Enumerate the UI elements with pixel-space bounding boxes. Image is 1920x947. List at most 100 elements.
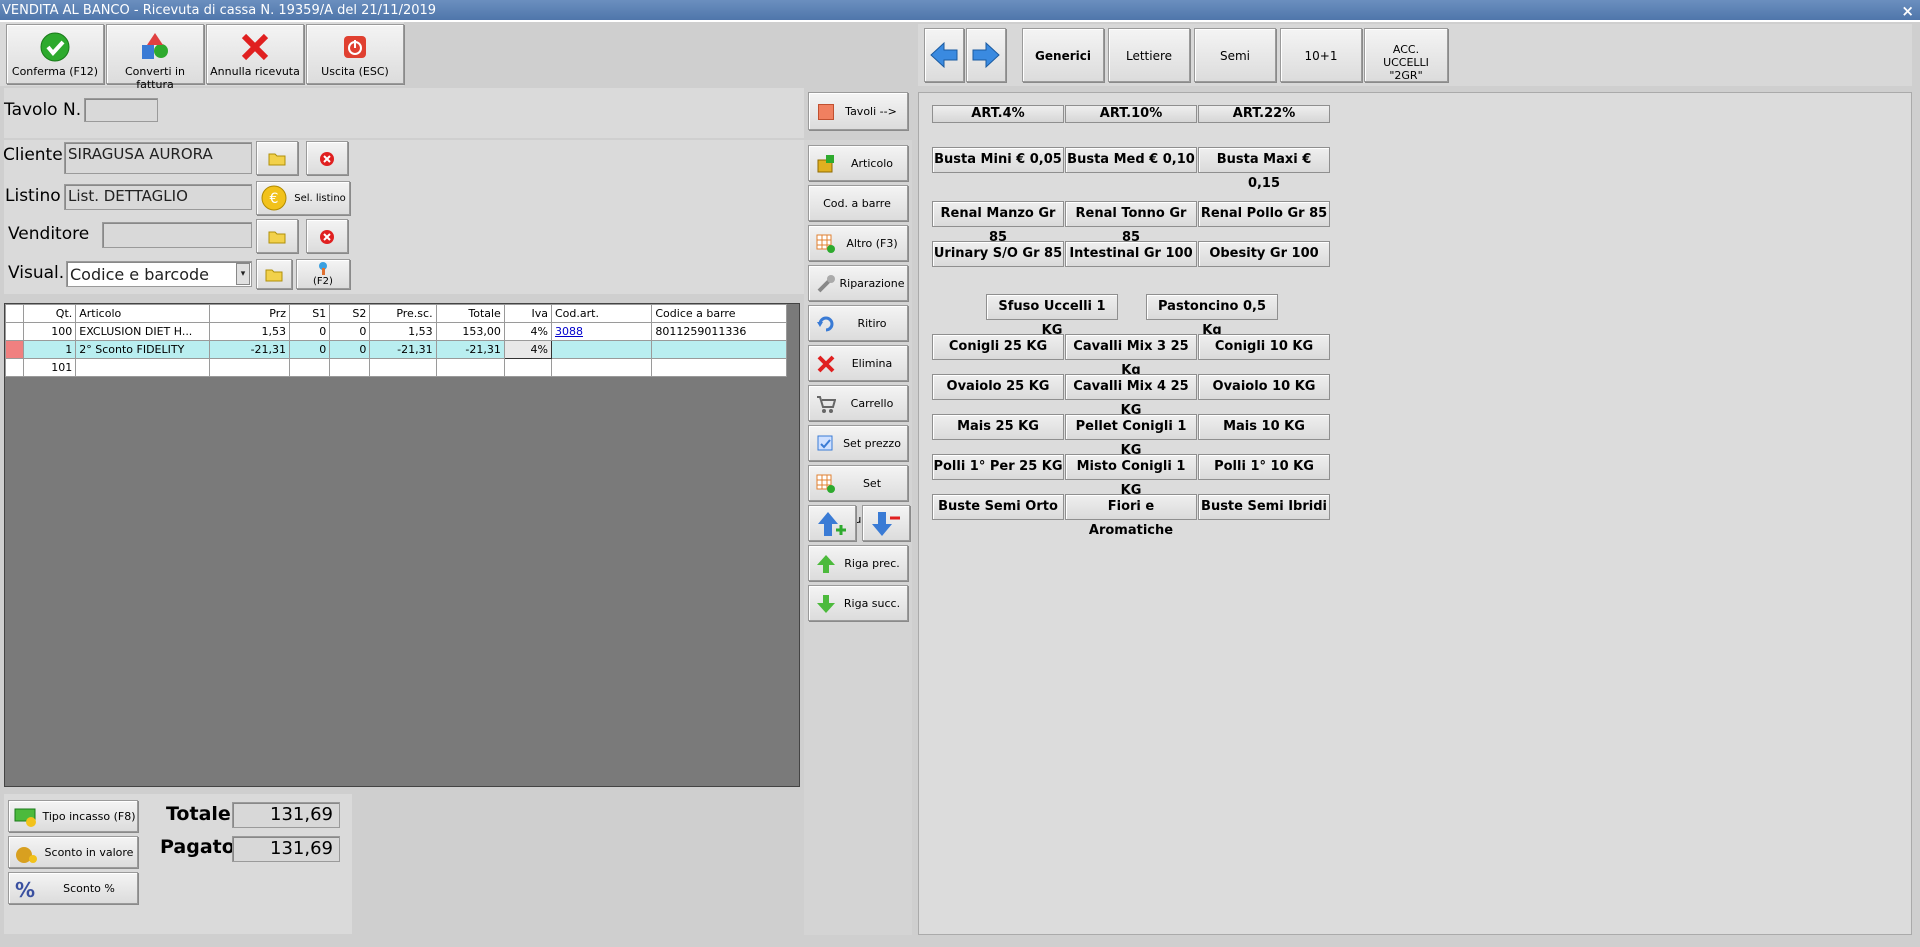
pagato-value[interactable]: 131,69 (232, 836, 340, 862)
product-button[interactable]: Urinary S/O Gr 85 (932, 241, 1064, 267)
table-cell[interactable] (550, 340, 653, 359)
tipo-incasso-button[interactable]: Tipo incasso (F8) (8, 800, 138, 832)
table-cell[interactable]: -21,31 (435, 340, 505, 359)
product-button[interactable]: Buste Semi Orto (932, 494, 1064, 520)
product-button[interactable]: Mais 25 KG (932, 414, 1064, 440)
table-cell[interactable] (550, 358, 653, 377)
product-button[interactable]: Polli 1° 10 KG (1198, 454, 1330, 480)
cod-art-link[interactable]: 3088 (550, 322, 653, 341)
header-cell[interactable]: Prz (208, 304, 291, 323)
tavoli-button[interactable]: Tavoli --> (808, 92, 908, 130)
category-lettiere[interactable]: Lettiere (1108, 28, 1190, 82)
product-button[interactable]: Polli 1° Per 25 KG (932, 454, 1064, 480)
product-button[interactable]: Renal Manzo Gr 85 (932, 201, 1064, 245)
header-cell[interactable]: S1 (289, 304, 331, 323)
product-button[interactable]: Pastoncino 0,5 Kg (1146, 294, 1278, 338)
product-button[interactable]: Intestinal Gr 100 (1065, 241, 1197, 267)
product-button[interactable]: Sfuso Uccelli 1 KG (986, 294, 1118, 338)
table-row[interactable]: 101 (4, 358, 787, 377)
category-acc-uccelli[interactable]: ACC. UCCELLI "2GR" (1364, 28, 1448, 82)
table-cell[interactable]: 0 (329, 340, 371, 359)
table-cell[interactable]: 100 (23, 322, 77, 341)
carrello-button[interactable]: Carrello (808, 385, 908, 421)
set-prezzo-button[interactable]: Set prezzo (808, 425, 908, 461)
barcode-button[interactable]: Cod. a barre (808, 185, 908, 221)
product-button[interactable]: Misto Conigli 1 KG (1065, 454, 1197, 498)
category-10-piu-1[interactable]: 10+1 (1280, 28, 1362, 82)
product-button[interactable]: Pellet Conigli 1 KG (1065, 414, 1197, 458)
cliente-clear-button[interactable] (306, 141, 348, 175)
table-cell[interactable]: EXCLUSION DIET H... (75, 322, 210, 341)
cliente-folder-button[interactable] (256, 141, 298, 175)
riga-prec-button[interactable]: Riga prec. (808, 545, 908, 581)
header-cell[interactable]: S2 (329, 304, 371, 323)
art-header-4[interactable]: ART.4% (932, 105, 1064, 123)
tavolo-field[interactable] (84, 98, 158, 122)
product-button[interactable]: Busta Mini € 0,05 (932, 147, 1064, 173)
table-cell[interactable] (435, 358, 505, 377)
venditore-clear-button[interactable] (306, 219, 348, 253)
remove-row-down-button[interactable] (862, 505, 910, 541)
sconto-perc-button[interactable]: % Sconto % (8, 872, 138, 904)
table-cell[interactable] (503, 358, 553, 377)
category-generici[interactable]: Generici (1022, 28, 1104, 82)
art-header-22[interactable]: ART.22% (1198, 105, 1330, 123)
riga-succ-button[interactable]: Riga succ. (808, 585, 908, 621)
table-cell[interactable]: 1,53 (369, 322, 437, 341)
add-row-up-button[interactable] (808, 505, 856, 541)
set-quantita-button[interactable]: Set quantita' (808, 465, 908, 526)
table-cell[interactable] (75, 358, 210, 377)
product-button[interactable]: Busta Med € 0,10 (1065, 147, 1197, 173)
table-cell[interactable] (329, 358, 371, 377)
table-cell[interactable]: 4% (503, 340, 553, 359)
product-button[interactable]: Obesity Gr 100 (1198, 241, 1330, 267)
venditore-folder-button[interactable] (256, 219, 298, 253)
product-button[interactable]: Conigli 25 KG (932, 334, 1064, 360)
convert-invoice-button[interactable]: Converti in fattura (106, 24, 204, 91)
table-cell[interactable] (208, 358, 291, 377)
category-semi[interactable]: Semi (1194, 28, 1276, 82)
f2-button[interactable]: (F2) (296, 259, 350, 289)
table-cell[interactable]: 2° Sconto FIDELITY (75, 340, 210, 359)
table-cell[interactable]: 1,53 (208, 322, 291, 341)
product-button[interactable]: Cavalli Mix 3 25 Kg (1065, 334, 1197, 378)
header-cell[interactable]: Cod.art. (550, 304, 653, 323)
table-cell[interactable]: 101 (23, 358, 77, 377)
table-cell[interactable]: 0 (289, 322, 331, 341)
chevron-down-icon[interactable]: ▾ (236, 263, 250, 285)
header-cell[interactable]: Pre.sc. (369, 304, 437, 323)
prev-page-button[interactable] (924, 28, 964, 82)
header-cell[interactable]: Totale (435, 304, 505, 323)
articolo-button[interactable]: Articolo (F4) (808, 145, 908, 206)
table-cell[interactable] (651, 358, 787, 377)
sel-listino-button[interactable]: € Sel. listino (256, 181, 350, 215)
product-button[interactable]: Ovaiolo 25 KG (932, 374, 1064, 400)
listino-field[interactable]: List. DETTAGLIO (64, 184, 252, 210)
cliente-field[interactable]: SIRAGUSA AURORA (64, 142, 252, 174)
product-button[interactable]: Fiori e Aromatiche (1065, 494, 1197, 538)
art-header-10[interactable]: ART.10% (1065, 105, 1197, 123)
ritiro-button[interactable]: Ritiro articolo (808, 305, 908, 366)
next-page-button[interactable] (966, 28, 1006, 82)
table-cell[interactable]: -21,31 (369, 340, 437, 359)
table-cell[interactable] (369, 358, 437, 377)
product-button[interactable]: Cavalli Mix 4 25 KG (1065, 374, 1197, 418)
table-cell[interactable]: 4% (503, 322, 553, 341)
product-button[interactable]: Renal Tonno Gr 85 (1065, 201, 1197, 245)
altro-button[interactable]: Altro (F3) (808, 225, 908, 261)
table-row[interactable]: 1 2° Sconto FIDELITY -21,31 0 0 -21,31 -… (4, 340, 787, 359)
table-cell[interactable]: 1 (23, 340, 77, 359)
elimina-button[interactable]: Elimina linea (808, 345, 908, 406)
table-cell[interactable] (289, 358, 331, 377)
table-cell[interactable]: 8011259011336 (651, 322, 787, 341)
cancel-receipt-button[interactable]: Annulla ricevuta (206, 24, 304, 84)
confirm-button[interactable]: Conferma (F12) (6, 24, 104, 84)
sconto-valore-button[interactable]: Sconto in valore (8, 836, 138, 868)
product-button[interactable]: Renal Pollo Gr 85 (1198, 201, 1330, 227)
riparazione-button[interactable]: Riparazione (808, 265, 908, 301)
venditore-field[interactable] (102, 222, 252, 248)
header-cell[interactable]: Codice a barre (651, 304, 787, 323)
product-button[interactable]: Busta Maxi € 0,15 (1198, 147, 1330, 191)
table-cell[interactable]: -21,31 (208, 340, 291, 359)
table-cell[interactable]: 0 (289, 340, 331, 359)
